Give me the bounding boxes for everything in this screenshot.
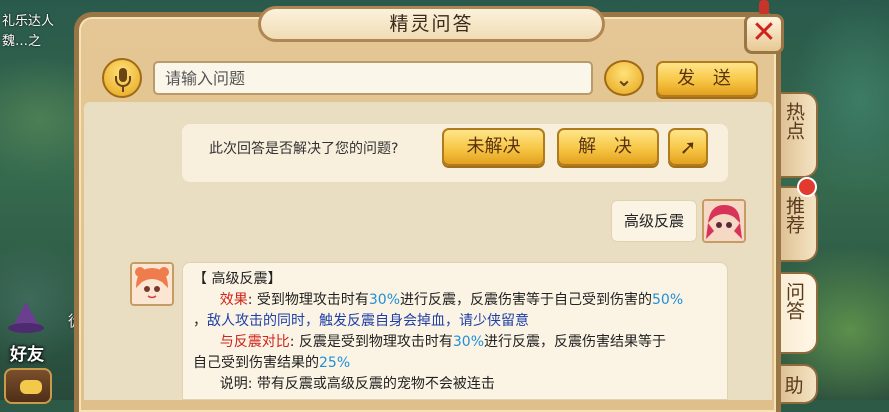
history-dropdown-button[interactable]: ⌄ <box>604 60 644 96</box>
effect-text-1: : 受到物理攻击时有 <box>247 292 369 308</box>
compare-percent-2: 25% <box>319 355 351 371</box>
microphone-stand <box>115 76 131 87</box>
friend-button[interactable]: 好友 <box>10 340 44 365</box>
warning-text: 敌人攻击的同时，触发反震自身会掉血，请少侠留意 <box>207 313 529 329</box>
answer-compare-line: 与反震对比: 反震是受到物理攻击时有30%进行反震，反震伤害结果等于 <box>193 332 717 353</box>
window-title: 精灵问答 <box>258 6 605 42</box>
compare-percent-1: 30% <box>452 334 484 350</box>
effect-percent-1: 30% <box>368 292 400 308</box>
resolved-button[interactable]: 解 决 <box>557 128 659 166</box>
tab-help-label: 助 <box>784 375 804 397</box>
spirit-avatar-image <box>132 264 172 304</box>
effect-percent-2: 50% <box>652 292 684 308</box>
user-avatar-image <box>704 201 744 241</box>
answer-heading: 【 高级反震】 <box>193 271 282 287</box>
notification-dot <box>797 177 817 197</box>
tab-qa-label: 问答 <box>783 282 805 320</box>
unresolved-button[interactable]: 未解决 <box>442 128 545 166</box>
microphone-foot <box>122 87 124 92</box>
player-subtitle-text: 魏…之 <box>2 34 42 49</box>
answer-compare-line-2: 自己受到伤害结果的25% <box>193 353 717 374</box>
user-avatar <box>702 199 746 243</box>
answer-effect-line: 效果: 受到物理攻击时有30%进行反震，反震伤害等于自己受到伤害的50% <box>193 290 717 311</box>
tab-hot-label: 热点 <box>783 102 805 140</box>
close-button[interactable]: ✕ <box>744 14 784 54</box>
chat-icon <box>20 380 42 394</box>
chevron-down-icon: ⌄ <box>615 67 633 91</box>
answer-message: 【 高级反震】 效果: 受到物理攻击时有30%进行反震，反震伤害等于自己受到伤害… <box>182 262 728 400</box>
witch-hat-icon[interactable] <box>6 300 46 336</box>
answer-warning-line: ，敌人攻击的同时，触发反震自身会掉血，请少侠留意 <box>193 311 717 332</box>
warning-prefix: ， <box>193 313 207 329</box>
share-button[interactable]: ➚ <box>668 128 708 166</box>
user-message: 高级反震 <box>611 200 697 242</box>
note-text: 说明: 带有反震或高级反震的宠物不会被连击 <box>219 376 495 392</box>
spirit-avatar <box>130 262 174 306</box>
compare-label: 与反震对比 <box>219 334 290 350</box>
compare-text-3: 自己受到伤害结果的 <box>193 355 319 371</box>
tab-recommend-label: 推荐 <box>783 196 805 234</box>
compare-text-2: 进行反震，反震伤害结果等于 <box>484 334 666 350</box>
player-name-text: 礼乐达人 <box>2 14 55 29</box>
close-icon: ✕ <box>751 15 777 50</box>
effect-text-2: 进行反震，反震伤害等于自己受到伤害的 <box>400 292 652 308</box>
share-icon: ➚ <box>679 135 697 159</box>
compare-text-1: : 反震是受到物理攻击时有 <box>289 334 453 350</box>
feedback-question: 此次回答是否解决了您的问题? <box>209 141 399 157</box>
question-input[interactable] <box>153 61 593 95</box>
voice-input-button[interactable] <box>102 58 142 98</box>
send-button[interactable]: 发 送 <box>656 61 758 97</box>
chat-button[interactable] <box>4 368 52 404</box>
answer-note-line: 说明: 带有反震或高级反震的宠物不会被连击 <box>193 374 717 395</box>
effect-label: 效果 <box>219 292 248 308</box>
